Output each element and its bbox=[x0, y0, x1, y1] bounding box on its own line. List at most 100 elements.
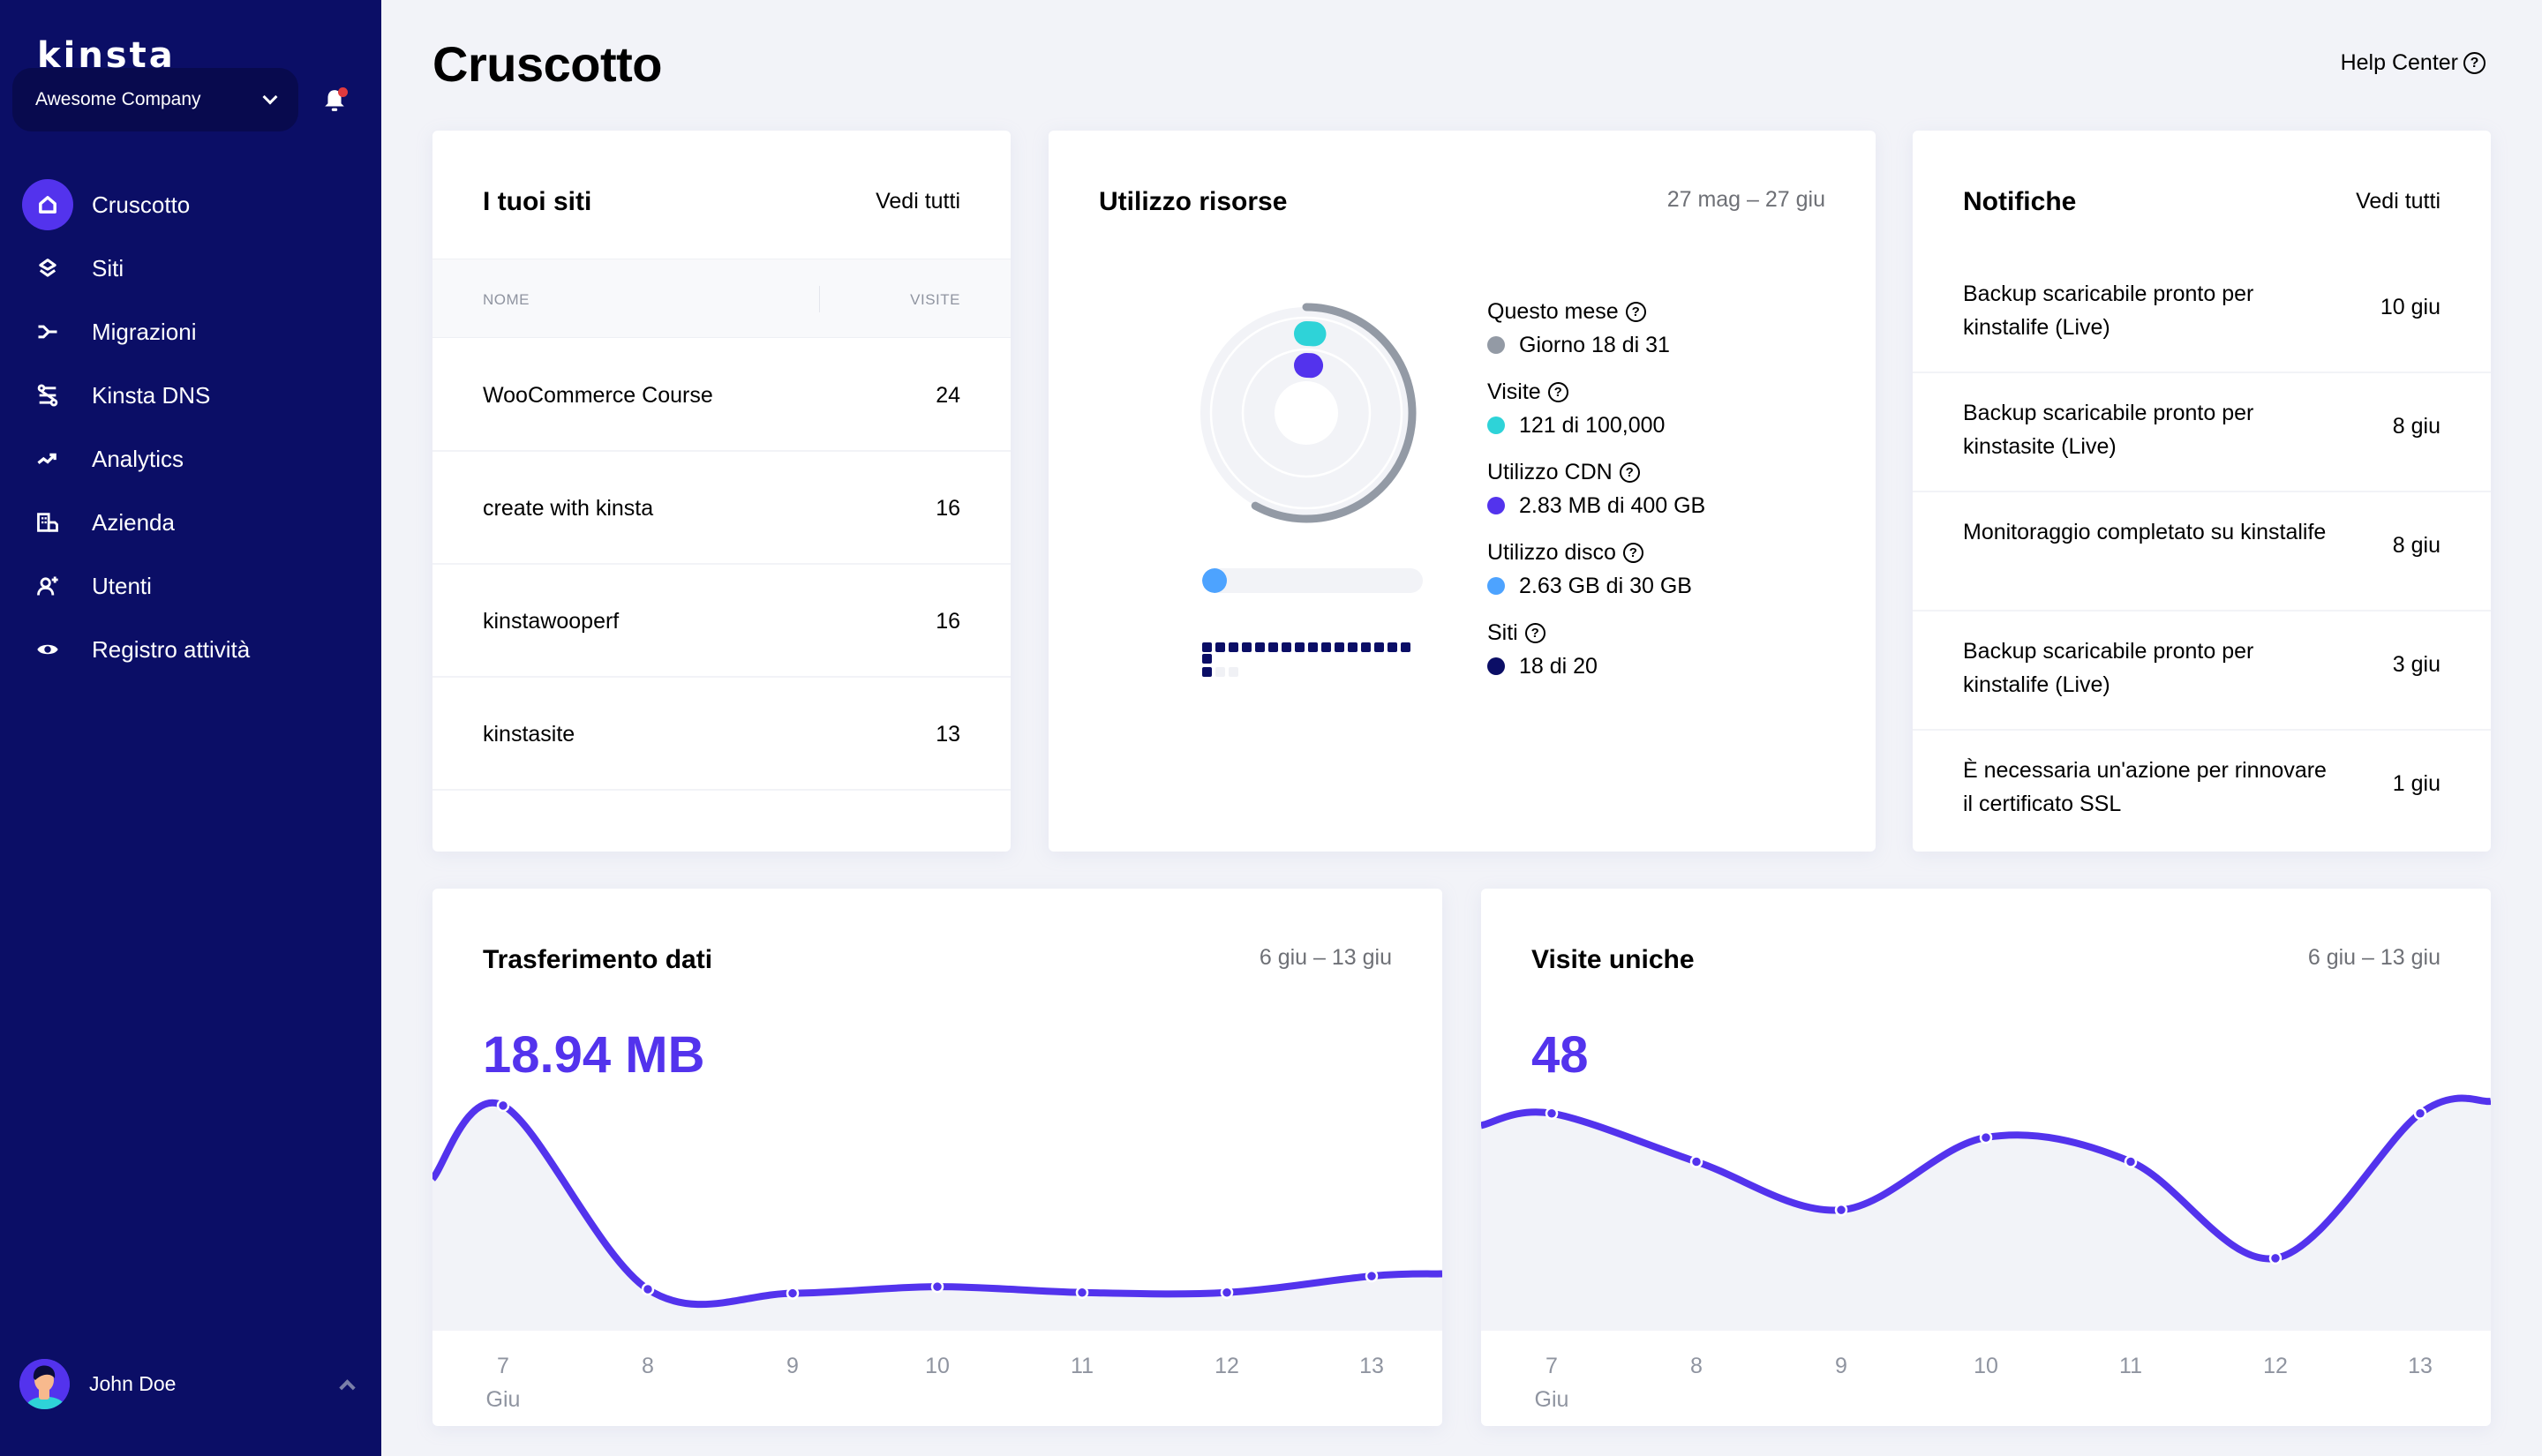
data-point-7[interactable] bbox=[496, 1099, 510, 1113]
notification-message: Backup scaricabile pronto per kinstalife… bbox=[1963, 639, 2254, 697]
site-slot-free bbox=[1215, 667, 1225, 677]
chevron-down-icon bbox=[262, 89, 278, 105]
data-point-7[interactable] bbox=[1545, 1107, 1559, 1120]
help-icon[interactable]: ? bbox=[1547, 381, 1568, 402]
trending-up-icon bbox=[22, 433, 73, 484]
avatar bbox=[19, 1358, 70, 1409]
sidebar-item-registro-attivita[interactable]: Registro attività bbox=[0, 618, 381, 681]
notification-message: Monitoraggio completato su kinstalife bbox=[1963, 520, 2327, 544]
legend-month: Questo mese? Giorno 18 di 31 bbox=[1487, 295, 1705, 375]
legend-label: Utilizzo CDN bbox=[1487, 459, 1613, 484]
data-point-10[interactable] bbox=[930, 1280, 944, 1294]
table-row[interactable]: kinstawooperf 16 bbox=[432, 565, 1011, 678]
site-slot-used bbox=[1388, 642, 1397, 652]
sidebar-item-analytics[interactable]: Analytics bbox=[0, 427, 381, 491]
notification-date: 8 giu bbox=[2392, 414, 2440, 439]
sites-usage-grid bbox=[1202, 642, 1423, 677]
layers-icon bbox=[22, 243, 73, 294]
help-center-link[interactable]: Help Center ? bbox=[2341, 50, 2486, 76]
site-slot-used bbox=[1348, 642, 1357, 652]
site-slot-used bbox=[1229, 642, 1238, 652]
x-tick-label: 12 bbox=[2263, 1354, 2288, 1378]
x-tick-label: 13 bbox=[2408, 1354, 2433, 1378]
eye-icon bbox=[22, 624, 73, 675]
table-row[interactable]: create with kinsta 16 bbox=[432, 452, 1011, 565]
data-point-11[interactable] bbox=[2124, 1155, 2138, 1168]
column-header-visits[interactable]: VISITE bbox=[910, 291, 960, 309]
help-icon[interactable]: ? bbox=[1524, 622, 1546, 643]
sidebar-item-label: Migrazioni bbox=[92, 318, 197, 345]
legend-value: 121 di 100,000 bbox=[1519, 412, 1666, 438]
notification-item[interactable]: Monitoraggio completato su kinstalife 8 … bbox=[1913, 492, 2491, 612]
sidebar-item-kinsta-dns[interactable]: Kinsta DNS bbox=[0, 364, 381, 427]
site-slot-used bbox=[1255, 642, 1265, 652]
unique-visits-card: 7 8 9 10 11 12 13 Giu Visite uniche 6 giu – 13 … bbox=[1481, 889, 2491, 1426]
legend-dot bbox=[1487, 657, 1505, 675]
data-point-12[interactable] bbox=[2268, 1251, 2283, 1265]
site-name: WooCommerce Course bbox=[483, 383, 713, 408]
site-slot-used bbox=[1202, 642, 1212, 652]
sidebar-item-siti[interactable]: Siti bbox=[0, 236, 381, 300]
x-tick-label: 12 bbox=[1215, 1354, 1239, 1378]
data-point-12[interactable] bbox=[1220, 1286, 1234, 1299]
building-icon bbox=[22, 497, 73, 548]
notifications-card: Notifiche Vedi tutti Backup scaricabile … bbox=[1913, 131, 2491, 852]
page-title: Cruscotto bbox=[432, 36, 662, 92]
data-point-13[interactable] bbox=[1365, 1269, 1379, 1283]
disk-usage-fill bbox=[1202, 568, 1227, 593]
notification-item[interactable]: È necessaria un'azione per rinnovare il … bbox=[1913, 731, 2491, 850]
x-tick-label: 13 bbox=[1359, 1354, 1384, 1378]
sidebar-item-label: Kinsta DNS bbox=[92, 381, 211, 409]
legend-sites: Siti? 18 di 20 bbox=[1487, 616, 1705, 696]
sidebar-item-label: Analytics bbox=[92, 445, 184, 472]
chart-date-range: 6 giu – 13 giu bbox=[1259, 945, 1392, 970]
help-center-label: Help Center bbox=[2340, 50, 2458, 75]
data-point-8[interactable] bbox=[1689, 1155, 1703, 1168]
sidebar-item-cruscotto[interactable]: Cruscotto bbox=[0, 173, 381, 236]
sidebar-item-utenti[interactable]: Utenti bbox=[0, 554, 381, 618]
table-row[interactable]: kinstasite 13 bbox=[432, 678, 1011, 791]
site-slot-used bbox=[1282, 642, 1291, 652]
data-point-10[interactable] bbox=[1979, 1130, 1993, 1145]
card-title: Utilizzo risorse bbox=[1099, 187, 1288, 216]
usage-legend: Questo mese? Giorno 18 di 31 Visite? 121… bbox=[1487, 295, 1705, 696]
notification-item[interactable]: Backup scaricabile pronto per kinstalife… bbox=[1913, 612, 2491, 731]
sidebar-item-migrazioni[interactable]: Migrazioni bbox=[0, 300, 381, 364]
notification-message: È necessaria un'azione per rinnovare il … bbox=[1963, 758, 2327, 816]
company-switcher[interactable]: Awesome Company bbox=[12, 68, 298, 131]
table-header: NOME VISITE bbox=[432, 259, 1011, 338]
legend-label: Questo mese bbox=[1487, 298, 1619, 324]
data-point-13[interactable] bbox=[2413, 1107, 2427, 1120]
data-point-11[interactable] bbox=[1075, 1286, 1089, 1299]
view-all-notifications-link[interactable]: Vedi tutti bbox=[2356, 189, 2440, 214]
table-row[interactable]: WooCommerce Course 24 bbox=[432, 339, 1011, 452]
help-icon[interactable]: ? bbox=[1619, 462, 1640, 483]
data-transfer-card: 7 8 9 10 11 12 13 Giu Trasferimento dati 6 giu … bbox=[432, 889, 1442, 1426]
company-name: Awesome Company bbox=[35, 89, 201, 109]
site-slot-used bbox=[1295, 642, 1305, 652]
help-icon[interactable]: ? bbox=[1625, 301, 1646, 322]
column-divider bbox=[819, 286, 820, 312]
legend-dot bbox=[1487, 336, 1505, 354]
sidebar-item-azienda[interactable]: Azienda bbox=[0, 491, 381, 554]
notification-item[interactable]: Backup scaricabile pronto per kinstasite… bbox=[1913, 373, 2491, 492]
notification-item[interactable]: Backup scaricabile pronto per kinstalife… bbox=[1913, 254, 2491, 373]
legend-cdn: Utilizzo CDN? 2.83 MB di 400 GB bbox=[1487, 455, 1705, 536]
legend-label: Utilizzo disco bbox=[1487, 539, 1616, 565]
site-slot-used bbox=[1242, 642, 1252, 652]
view-all-sites-link[interactable]: Vedi tutti bbox=[876, 189, 960, 214]
data-point-9[interactable] bbox=[786, 1287, 800, 1300]
data-point-9[interactable] bbox=[1834, 1203, 1848, 1217]
sites-card: I tuoi siti Vedi tutti NOME VISITE WooCo… bbox=[432, 131, 1011, 852]
data-point-8[interactable] bbox=[641, 1282, 655, 1296]
sidebar: kinsta Awesome Company Cruscotto Siti Mi… bbox=[0, 0, 381, 1456]
x-tick-label: 10 bbox=[925, 1354, 950, 1378]
notification-message: Backup scaricabile pronto per kinstasite… bbox=[1963, 401, 2254, 459]
sidebar-item-label: Siti bbox=[92, 254, 124, 281]
help-icon[interactable]: ? bbox=[1622, 542, 1643, 563]
site-slot-used bbox=[1202, 667, 1212, 677]
column-header-name[interactable]: NOME bbox=[483, 291, 530, 309]
sidebar-item-label: Registro attività bbox=[92, 635, 251, 663]
legend-label: Visite bbox=[1487, 379, 1541, 404]
user-menu[interactable]: John Doe bbox=[19, 1357, 364, 1410]
